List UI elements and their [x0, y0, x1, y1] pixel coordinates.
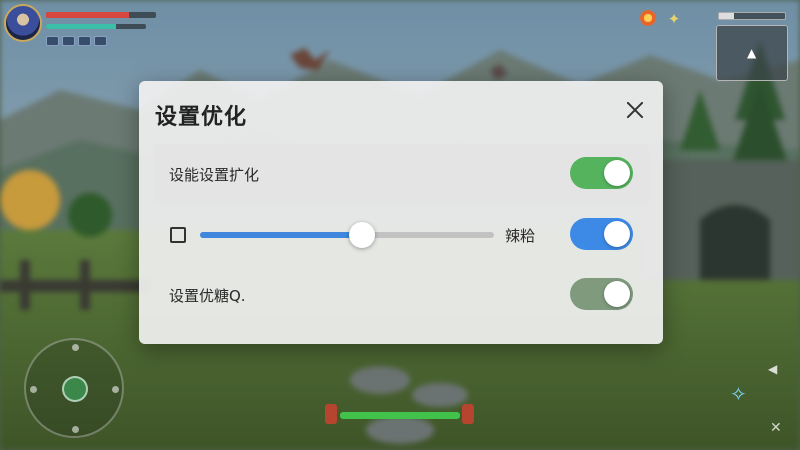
toggle-knob	[604, 160, 630, 186]
buff-slot[interactable]	[94, 36, 107, 46]
stamina-bar-right-cap	[462, 404, 474, 424]
setting-slider[interactable]	[200, 222, 494, 248]
settings-dialog: 设置优化 设能设置扩化 辣粭 设置优糖Q.	[139, 81, 663, 344]
joystick-dot	[72, 344, 79, 351]
mana-bar	[46, 24, 146, 29]
setting-toggle[interactable]	[570, 278, 633, 310]
settings-row: 设能设置扩化	[153, 144, 649, 204]
slider-fill	[200, 232, 362, 238]
buff-slot[interactable]	[62, 36, 75, 46]
close-button[interactable]	[623, 98, 647, 122]
joystick-dot	[30, 386, 37, 393]
setting-toggle[interactable]	[570, 157, 633, 189]
settings-row: 辣粭	[153, 205, 649, 265]
dialog-title: 设置优化	[155, 105, 248, 130]
buff-slot[interactable]	[78, 36, 91, 46]
toggle-knob	[604, 221, 630, 247]
top-right-progress-fill	[719, 13, 734, 19]
top-right-progress-bar	[718, 12, 786, 20]
health-bar	[46, 12, 156, 18]
stamina-bar-left-cap	[325, 404, 337, 424]
arrow-left-icon[interactable]: ◀	[768, 362, 777, 376]
stamina-bar	[340, 412, 460, 419]
joystick-dot	[112, 386, 119, 393]
setting-toggle[interactable]	[570, 218, 633, 250]
toggle-knob	[604, 281, 630, 307]
slider-thumb[interactable]	[348, 222, 375, 248]
slider-label: 辣粭	[505, 227, 536, 245]
minimap[interactable]: ▲	[716, 25, 788, 81]
stamina-bar-fill	[340, 412, 460, 419]
settings-row: 设置优糖Q.	[153, 265, 649, 325]
joystick-dot	[72, 426, 79, 433]
joystick[interactable]	[24, 338, 124, 438]
player-marker-icon: ▲	[747, 46, 757, 60]
buff-slots	[46, 36, 107, 46]
joystick-knob[interactable]	[62, 376, 88, 402]
setting-label: 设置优糖Q.	[169, 287, 246, 305]
mana-bar-fill	[46, 24, 116, 29]
setting-checkbox[interactable]	[170, 227, 186, 243]
health-bar-fill	[46, 12, 129, 18]
player-portrait[interactable]	[4, 4, 42, 42]
buff-slot[interactable]	[46, 36, 59, 46]
crystal-icon[interactable]: ✧	[730, 382, 747, 406]
sun-icon[interactable]	[640, 10, 656, 26]
quest-star-icon[interactable]: ✦	[665, 10, 683, 28]
close-icon[interactable]: ✕	[770, 420, 782, 436]
setting-label: 设能设置扩化	[169, 166, 260, 184]
